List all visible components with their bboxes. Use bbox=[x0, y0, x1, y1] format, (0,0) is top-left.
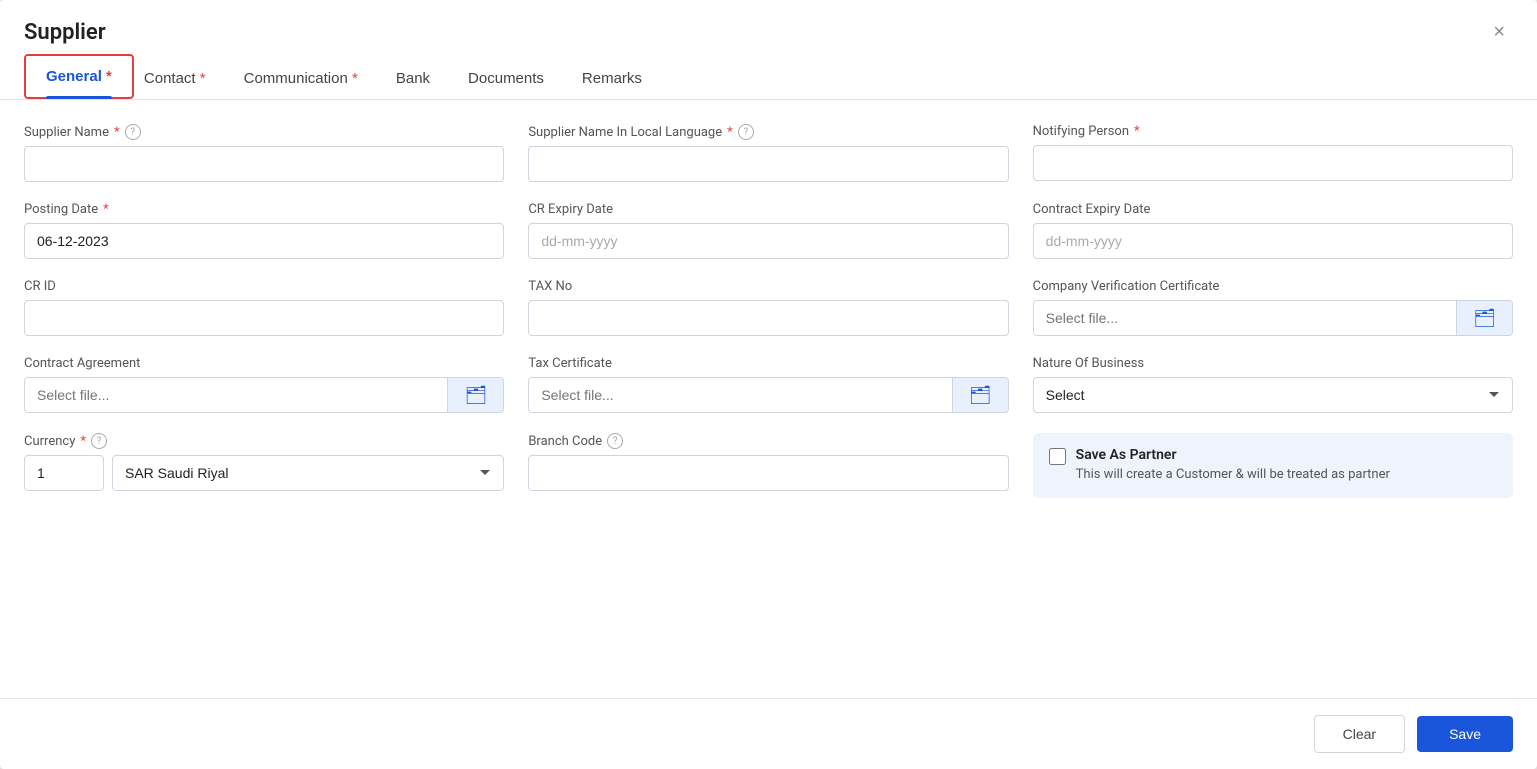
tax-certificate-file-group: 🗂 bbox=[528, 377, 1008, 413]
branch-code-input[interactable] bbox=[528, 455, 1008, 491]
contract-expiry-date-input[interactable] bbox=[1033, 223, 1513, 259]
save-as-partner-box: Save As Partner This will create a Custo… bbox=[1033, 433, 1513, 498]
partner-text-block: Save As Partner This will create a Custo… bbox=[1076, 447, 1390, 484]
modal-footer: Clear Save bbox=[0, 698, 1537, 769]
supplier-name-local-label: Supplier Name In Local Language * ? bbox=[528, 124, 1008, 140]
tax-certificate-label: Tax Certificate bbox=[528, 356, 1008, 371]
folder-icon-3: 🗂 bbox=[969, 385, 992, 406]
tab-remarks[interactable]: Remarks bbox=[582, 56, 670, 99]
posting-date-label: Posting Date * bbox=[24, 202, 504, 217]
currency-help-icon[interactable]: ? bbox=[91, 433, 107, 449]
nature-of-business-select[interactable]: Select bbox=[1033, 377, 1513, 413]
folder-icon: 🗂 bbox=[1473, 308, 1496, 329]
branch-code-group: Branch Code ? bbox=[528, 433, 1008, 498]
company-verification-label: Company Verification Certificate bbox=[1033, 279, 1513, 294]
cr-expiry-date-input[interactable] bbox=[528, 223, 1008, 259]
supplier-name-group: Supplier Name * ? bbox=[24, 124, 504, 182]
currency-amount-input[interactable] bbox=[24, 455, 104, 491]
tab-general-wrapper: General * bbox=[24, 54, 134, 99]
tax-certificate-file-input[interactable] bbox=[529, 378, 951, 412]
supplier-name-input[interactable] bbox=[24, 146, 504, 182]
nature-of-business-group: Nature Of Business Select bbox=[1033, 356, 1513, 413]
supplier-name-local-group: Supplier Name In Local Language * ? bbox=[528, 124, 1008, 182]
tab-communication[interactable]: Communication * bbox=[244, 56, 386, 99]
close-button[interactable]: × bbox=[1485, 18, 1513, 46]
tab-documents[interactable]: Documents bbox=[468, 56, 572, 99]
tax-no-group: TAX No bbox=[528, 279, 1008, 336]
supplier-modal: Supplier × General * Contact * Communica… bbox=[0, 0, 1537, 769]
modal-title: Supplier bbox=[24, 20, 106, 45]
modal-header: Supplier × bbox=[0, 0, 1537, 46]
form-body: Supplier Name * ? Supplier Name In Local… bbox=[0, 100, 1537, 698]
company-verification-file-button[interactable]: 🗂 bbox=[1456, 301, 1512, 335]
save-as-partner-description: This will create a Customer & will be tr… bbox=[1076, 466, 1390, 484]
posting-date-group: Posting Date * bbox=[24, 202, 504, 259]
branch-code-label: Branch Code ? bbox=[528, 433, 1008, 449]
form-row-1: Supplier Name * ? Supplier Name In Local… bbox=[24, 124, 1513, 182]
currency-input-group: SAR Saudi Riyal bbox=[24, 455, 504, 491]
contract-agreement-file-input[interactable] bbox=[25, 378, 447, 412]
clear-button[interactable]: Clear bbox=[1314, 715, 1405, 753]
folder-icon-2: 🗂 bbox=[464, 385, 487, 406]
save-as-partner-checkbox[interactable] bbox=[1049, 448, 1066, 465]
form-row-3: CR ID TAX No Company Verification Certif… bbox=[24, 279, 1513, 336]
notifying-person-group: Notifying Person * bbox=[1033, 124, 1513, 182]
form-row-5: Currency * ? SAR Saudi Riyal Branch Code… bbox=[24, 433, 1513, 498]
tax-certificate-group: Tax Certificate 🗂 bbox=[528, 356, 1008, 413]
supplier-name-label: Supplier Name * ? bbox=[24, 124, 504, 140]
cr-expiry-date-group: CR Expiry Date bbox=[528, 202, 1008, 259]
company-verification-file-group: 🗂 bbox=[1033, 300, 1513, 336]
cr-id-label: CR ID bbox=[24, 279, 504, 294]
save-button[interactable]: Save bbox=[1417, 716, 1513, 752]
form-row-2: Posting Date * CR Expiry Date Contract E… bbox=[24, 202, 1513, 259]
contract-agreement-group: Contract Agreement 🗂 bbox=[24, 356, 504, 413]
currency-label: Currency * ? bbox=[24, 433, 504, 449]
nature-of-business-label: Nature Of Business bbox=[1033, 356, 1513, 371]
tab-general[interactable]: General * bbox=[46, 68, 112, 85]
notifying-person-input[interactable] bbox=[1033, 145, 1513, 181]
supplier-name-local-help-icon[interactable]: ? bbox=[738, 124, 754, 140]
tab-bank[interactable]: Bank bbox=[396, 56, 458, 99]
contract-agreement-file-button[interactable]: 🗂 bbox=[447, 378, 503, 412]
supplier-name-help-icon[interactable]: ? bbox=[125, 124, 141, 140]
branch-code-help-icon[interactable]: ? bbox=[607, 433, 623, 449]
company-verification-file-input[interactable] bbox=[1034, 301, 1456, 335]
save-as-partner-group: Save As Partner This will create a Custo… bbox=[1033, 433, 1513, 498]
contract-agreement-file-group: 🗂 bbox=[24, 377, 504, 413]
save-as-partner-title: Save As Partner bbox=[1076, 447, 1390, 463]
cr-id-group: CR ID bbox=[24, 279, 504, 336]
currency-select[interactable]: SAR Saudi Riyal bbox=[112, 455, 504, 491]
posting-date-input[interactable] bbox=[24, 223, 504, 259]
form-row-4: Contract Agreement 🗂 Tax Certificate 🗂 bbox=[24, 356, 1513, 413]
company-verification-group: Company Verification Certificate 🗂 bbox=[1033, 279, 1513, 336]
tabs-bar: General * Contact * Communication * Bank… bbox=[0, 54, 1537, 100]
contract-agreement-label: Contract Agreement bbox=[24, 356, 504, 371]
tax-certificate-file-button[interactable]: 🗂 bbox=[952, 378, 1008, 412]
contract-expiry-date-group: Contract Expiry Date bbox=[1033, 202, 1513, 259]
cr-id-input[interactable] bbox=[24, 300, 504, 336]
notifying-person-label: Notifying Person * bbox=[1033, 124, 1513, 139]
tab-contact[interactable]: Contact * bbox=[144, 56, 234, 99]
currency-group: Currency * ? SAR Saudi Riyal bbox=[24, 433, 504, 498]
tax-no-input[interactable] bbox=[528, 300, 1008, 336]
contract-expiry-date-label: Contract Expiry Date bbox=[1033, 202, 1513, 217]
supplier-name-local-input[interactable] bbox=[528, 146, 1008, 182]
cr-expiry-date-label: CR Expiry Date bbox=[528, 202, 1008, 217]
tax-no-label: TAX No bbox=[528, 279, 1008, 294]
